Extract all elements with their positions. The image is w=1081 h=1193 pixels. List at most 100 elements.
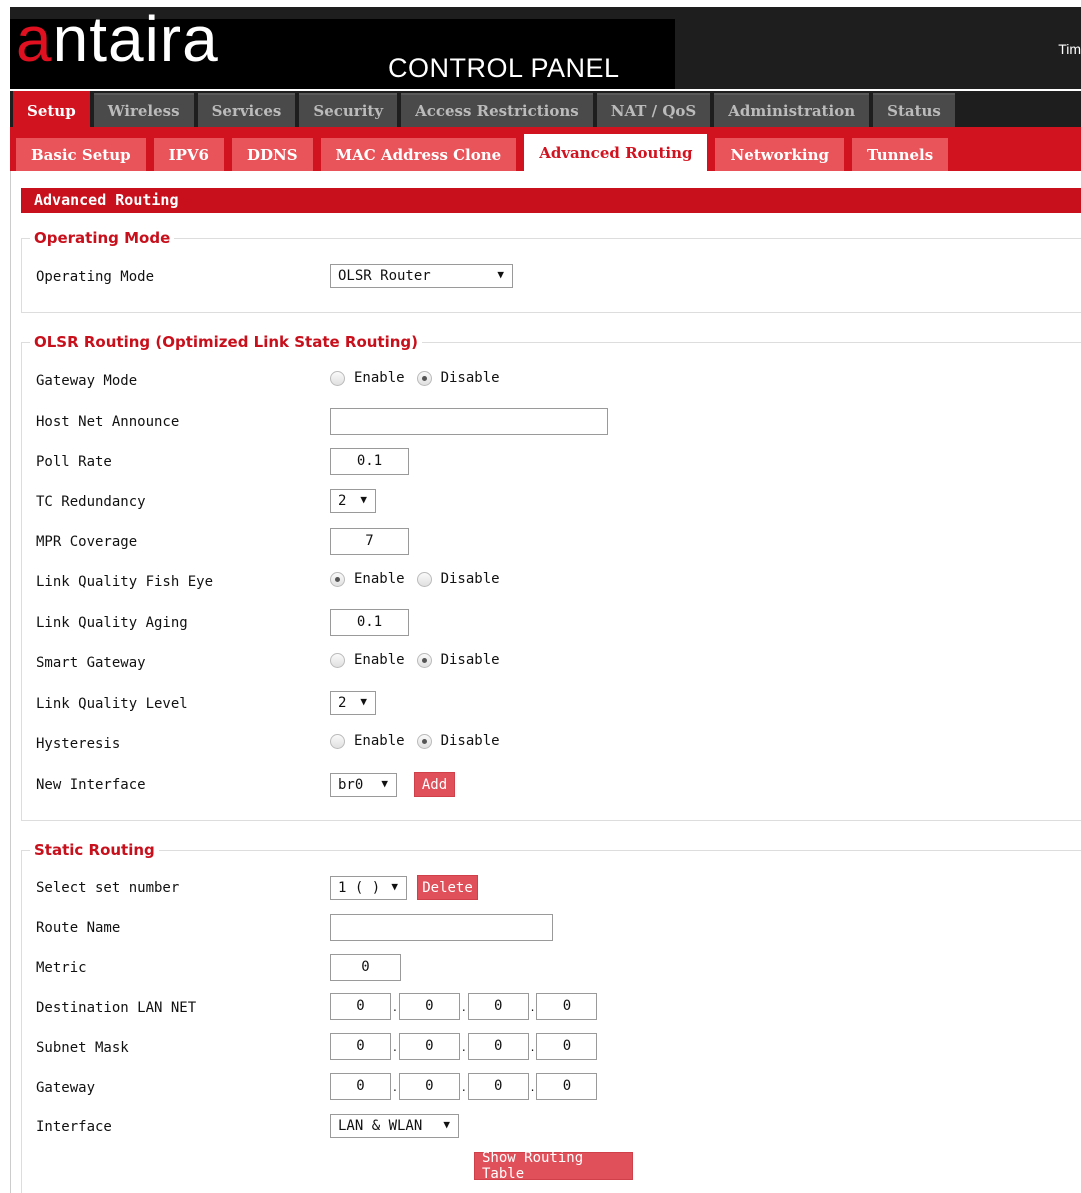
gateway-octet-2[interactable]: 0 (398, 1073, 460, 1100)
new-interface-select[interactable]: br0 ▼ (330, 772, 397, 797)
host-net-announce-field (330, 408, 608, 435)
hysteresis-enable-radio[interactable] (330, 733, 345, 749)
subtab-basic-setup[interactable]: Basic Setup (16, 138, 146, 171)
dest-lan-net-octet-4[interactable]: 0 (536, 993, 598, 1020)
poll-rate-input[interactable]: 0.1 (330, 448, 409, 475)
route-name-input[interactable] (330, 914, 553, 941)
tab-status[interactable]: Status (873, 93, 955, 127)
route-name-label: Route Name (36, 920, 121, 936)
subnet-mask-octet-2[interactable]: 0 (398, 1033, 460, 1060)
lq-level-select[interactable]: 2 ▼ (330, 691, 376, 715)
main-tabs: Setup Wireless Services Security Access … (10, 91, 1081, 129)
subnet-mask-octet-1[interactable]: 0 (330, 1033, 391, 1060)
subnet-mask-octet-3[interactable]: 0 (467, 1033, 529, 1060)
poll-rate-row: Poll Rate (36, 450, 112, 474)
tc-redundancy-row: TC Redundancy (36, 490, 146, 514)
poll-rate-label: Poll Rate (36, 454, 112, 470)
tc-redundancy-value: 2 (338, 493, 347, 509)
tab-setup[interactable]: Setup (13, 91, 90, 129)
disable-label: Disable (440, 370, 500, 386)
gateway-mode-field: Enable Disable (322, 370, 504, 386)
dot-separator: . (393, 1039, 397, 1054)
operating-mode-label: Operating Mode (36, 269, 155, 285)
dot-separator: . (461, 1039, 466, 1054)
add-interface-button[interactable]: Add (414, 772, 455, 797)
delete-set-button[interactable]: Delete (417, 875, 478, 900)
smart-gateway-enable-radio[interactable] (330, 652, 345, 668)
subnet-mask-label: Subnet Mask (36, 1040, 129, 1056)
dot-separator: . (393, 1079, 397, 1094)
tab-administration[interactable]: Administration (714, 93, 870, 127)
logo-rest: ntaira (52, 3, 219, 75)
gateway-octet-4[interactable]: 0 (536, 1073, 598, 1100)
lq-aging-field: 0.1 (330, 609, 409, 636)
enable-label: Enable (354, 652, 405, 668)
lq-fish-eye-disable-radio[interactable] (416, 571, 432, 587)
smart-gateway-disable-radio[interactable] (416, 652, 432, 668)
dot-separator: . (393, 999, 397, 1014)
tab-security[interactable]: Security (299, 93, 398, 127)
gateway-mode-row: Gateway Mode (36, 369, 137, 393)
subtab-networking[interactable]: Networking (715, 138, 844, 171)
poll-rate-field: 0.1 (330, 448, 409, 475)
lq-aging-input[interactable]: 0.1 (330, 609, 409, 636)
subnet-mask-octet-4[interactable]: 0 (536, 1033, 598, 1060)
show-routing-table-button[interactable]: Show Routing Table (474, 1150, 633, 1182)
metric-field: 0 (330, 954, 401, 981)
tab-access-restrictions[interactable]: Access Restrictions (401, 93, 593, 127)
hysteresis-disable-radio[interactable] (416, 733, 432, 749)
operating-mode-group: Operating Mode Operating Mode OLSR Route… (21, 229, 1081, 313)
select-set-row: Select set number (36, 876, 179, 900)
interface-select[interactable]: LAN & WLAN ▼ (330, 1114, 459, 1138)
lq-level-label: Link Quality Level (36, 696, 188, 712)
gateway-octet-1[interactable]: 0 (330, 1073, 391, 1100)
subtab-ipv6[interactable]: IPV6 (153, 138, 224, 171)
subtab-mac-address-clone[interactable]: MAC Address Clone (320, 138, 517, 171)
interface-value: LAN & WLAN (338, 1118, 423, 1134)
dropdown-arrow-icon: ▼ (443, 1118, 450, 1131)
dot-separator: . (461, 1079, 466, 1094)
hysteresis-row: Hysteresis (36, 732, 120, 756)
tab-services[interactable]: Services (197, 93, 296, 127)
dest-lan-net-octet-2[interactable]: 0 (398, 993, 460, 1020)
logo: antaira (16, 7, 219, 71)
logo-first-letter: a (16, 3, 53, 75)
subnet-mask-field: 0. 0. 0. 0 (330, 1033, 604, 1060)
tc-redundancy-label: TC Redundancy (36, 494, 146, 510)
gateway-field: 0. 0. 0. 0 (330, 1073, 604, 1100)
subtab-tunnels[interactable]: Tunnels (851, 138, 949, 171)
mpr-coverage-input[interactable]: 7 (330, 528, 409, 555)
dest-lan-net-octet-1[interactable]: 0 (330, 993, 391, 1020)
tab-wireless[interactable]: Wireless (93, 93, 194, 127)
subtab-advanced-routing[interactable]: Advanced Routing (524, 134, 708, 171)
mpr-coverage-row: MPR Coverage (36, 530, 137, 554)
dest-lan-net-row: Destination LAN NET (36, 996, 196, 1020)
page-title: Advanced Routing (21, 188, 1081, 213)
enable-label: Enable (354, 733, 405, 749)
metric-row: Metric (36, 956, 87, 980)
metric-input[interactable]: 0 (330, 954, 401, 981)
lq-fish-eye-enable-radio[interactable] (330, 571, 345, 587)
select-set-field: 1 ( ) ▼ Delete (330, 875, 478, 900)
control-panel-title: CONTROL PANEL (388, 53, 620, 83)
tc-redundancy-select[interactable]: 2 ▼ (330, 489, 376, 513)
dropdown-arrow-icon: ▼ (497, 268, 504, 281)
metric-label: Metric (36, 960, 87, 976)
interface-field: LAN & WLAN ▼ (330, 1114, 459, 1138)
host-net-announce-input[interactable] (330, 408, 608, 435)
subtab-ddns[interactable]: DDNS (231, 138, 313, 171)
gateway-mode-enable-radio[interactable] (330, 370, 345, 386)
operating-mode-select[interactable]: OLSR Router ▼ (330, 264, 513, 288)
dropdown-arrow-icon: ▼ (360, 695, 367, 708)
lq-fish-eye-field: Enable Disable (322, 571, 504, 587)
gateway-octet-3[interactable]: 0 (467, 1073, 529, 1100)
enable-label: Enable (354, 370, 405, 386)
new-interface-row: New Interface (36, 773, 146, 797)
static-routing-group: Static Routing Select set number 1 ( ) ▼… (21, 841, 1081, 1193)
header-bar: antaira CONTROL PANEL Tim (10, 7, 1081, 89)
tab-nat-qos[interactable]: NAT / QoS (596, 93, 711, 127)
subnet-mask-row: Subnet Mask (36, 1036, 129, 1060)
gateway-mode-disable-radio[interactable] (416, 370, 432, 386)
dest-lan-net-octet-3[interactable]: 0 (467, 993, 529, 1020)
select-set-select[interactable]: 1 ( ) ▼ (330, 875, 407, 900)
